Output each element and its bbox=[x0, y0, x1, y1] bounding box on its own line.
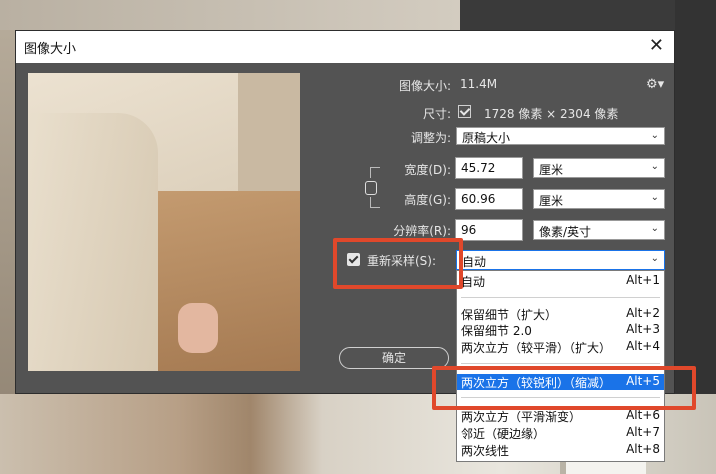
dimensions-toggle-icon[interactable] bbox=[458, 105, 471, 118]
preview-hand bbox=[178, 303, 218, 353]
resample-option-preserve-details-2[interactable]: 保留细节 2.0 Alt+3 bbox=[457, 322, 664, 338]
dimensions-value: 1728 像素 × 2304 像素 bbox=[484, 107, 619, 121]
height-label: 高度(G): bbox=[404, 193, 451, 207]
resample-option-bicubic-smooth-gradients[interactable]: 两次立方（平滑渐变） Alt+6 bbox=[457, 408, 664, 424]
image-size-value: 11.4M bbox=[460, 77, 498, 91]
resample-option-preserve-details[interactable]: 保留细节（扩大） Alt+2 bbox=[457, 306, 664, 322]
dimensions-label: 尺寸: bbox=[422, 107, 451, 121]
option-shortcut: Alt+7 bbox=[626, 425, 660, 439]
fit-to-value: 原稿大小 bbox=[462, 131, 511, 145]
option-shortcut: Alt+8 bbox=[626, 442, 660, 456]
chevron-down-icon: ⌄ bbox=[650, 223, 659, 234]
height-unit-select[interactable]: 厘米 ⌄ bbox=[533, 189, 665, 209]
image-preview[interactable] bbox=[28, 73, 300, 371]
close-icon[interactable]: ✕ bbox=[649, 36, 664, 56]
resolution-label: 分辨率(R): bbox=[393, 224, 451, 238]
width-input[interactable]: 45.72 bbox=[455, 157, 523, 179]
preview-pants bbox=[138, 191, 300, 371]
dropdown-separator bbox=[461, 297, 660, 298]
option-shortcut: Alt+1 bbox=[626, 273, 660, 287]
option-shortcut: Alt+2 bbox=[626, 306, 660, 320]
resample-select[interactable]: 自动 ⌄ bbox=[456, 250, 665, 270]
option-label: 保留细节 2.0 bbox=[461, 324, 532, 338]
resample-option-bicubic-smoother[interactable]: 两次立方（较平滑）（扩大） Alt+4 bbox=[457, 339, 664, 355]
fit-to-select[interactable]: 原稿大小 ⌄ bbox=[456, 127, 665, 145]
dialog-title: 图像大小 bbox=[24, 42, 77, 57]
annotation-highlight-resample bbox=[333, 238, 463, 289]
resolution-unit-value: 像素/英寸 bbox=[539, 225, 592, 239]
resample-option-auto[interactable]: 自动 Alt+1 bbox=[457, 273, 664, 289]
gear-icon[interactable]: ⚙▾ bbox=[646, 77, 664, 92]
option-shortcut: Alt+4 bbox=[626, 339, 660, 353]
option-shortcut: Alt+6 bbox=[626, 408, 660, 422]
chevron-down-icon: ⌄ bbox=[650, 161, 659, 172]
resample-value: 自动 bbox=[462, 255, 487, 269]
width-unit-select[interactable]: 厘米 ⌄ bbox=[533, 158, 665, 178]
dialog-titlebar: 图像大小 ✕ bbox=[16, 31, 674, 63]
width-unit-value: 厘米 bbox=[539, 163, 564, 177]
fit-to-label: 调整为: bbox=[410, 131, 451, 145]
image-size-label: 图像大小: bbox=[398, 79, 451, 93]
chevron-down-icon: ⌄ bbox=[650, 192, 659, 203]
resample-option-nearest-neighbor[interactable]: 邻近（硬边缘） Alt+7 bbox=[457, 425, 664, 441]
dropdown-separator bbox=[461, 363, 660, 364]
option-label: 两次立方（较平滑）（扩大） bbox=[461, 341, 612, 355]
height-unit-value: 厘米 bbox=[539, 194, 564, 208]
resample-option-bilinear[interactable]: 两次线性 Alt+8 bbox=[457, 442, 664, 458]
resolution-unit-select[interactable]: 像素/英寸 ⌄ bbox=[533, 220, 665, 240]
chevron-down-icon: ⌄ bbox=[650, 130, 659, 141]
annotation-highlight-bicubic-sharper bbox=[432, 366, 696, 410]
resolution-input[interactable]: 96 bbox=[455, 219, 523, 241]
option-label: 邻近（硬边缘） bbox=[461, 427, 546, 441]
option-label: 两次立方（平滑渐变） bbox=[461, 410, 582, 424]
background-photo-top bbox=[0, 0, 460, 30]
width-label: 宽度(D): bbox=[404, 163, 451, 177]
option-label: 两次线性 bbox=[461, 444, 510, 458]
option-shortcut: Alt+3 bbox=[626, 322, 660, 336]
preview-arm bbox=[28, 113, 158, 371]
height-input[interactable]: 60.96 bbox=[455, 188, 523, 210]
chevron-down-icon: ⌄ bbox=[650, 253, 659, 264]
option-label: 自动 bbox=[461, 275, 486, 289]
option-label: 保留细节（扩大） bbox=[461, 308, 558, 322]
